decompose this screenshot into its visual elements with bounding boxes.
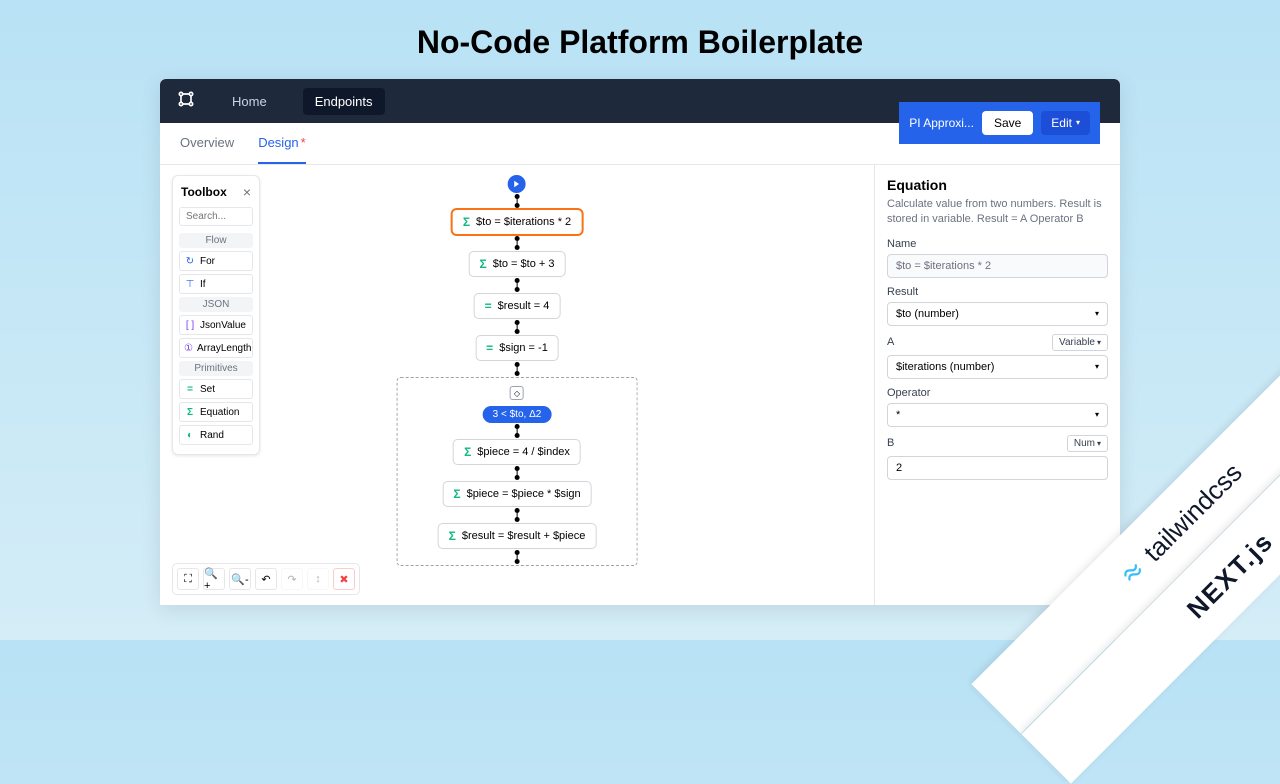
operator-select[interactable]: *▾: [887, 403, 1108, 427]
field-label-result: Result: [887, 286, 1108, 298]
toolbox-item-jsonvalue[interactable]: [ ]JsonValue: [179, 315, 253, 335]
brackets-icon: [ ]: [184, 319, 196, 331]
toolbox-item-set[interactable]: =Set: [179, 379, 253, 399]
unsaved-marker: *: [301, 135, 306, 150]
b-type-select[interactable]: Num▾: [1067, 435, 1108, 452]
save-button[interactable]: Save: [982, 111, 1033, 135]
move-button[interactable]: ↕: [307, 568, 329, 590]
toolbox-section-primitives: Primitives: [179, 361, 253, 376]
panel-title: Equation: [887, 177, 1108, 193]
fit-button[interactable]: ⛶: [177, 568, 199, 590]
toolbox: Toolbox × Flow ↻For ⊤If JSON [ ]JsonValu…: [172, 175, 260, 455]
loop-anchor-icon[interactable]: ◇: [510, 386, 524, 400]
undo-button[interactable]: ↶: [255, 568, 277, 590]
rand-icon: ◐: [184, 429, 196, 441]
subnav: Overview Design* PI Approxi... Save Edit…: [160, 123, 1120, 165]
toolbox-item-rand[interactable]: ◐Rand: [179, 425, 253, 445]
logo-icon: [176, 89, 196, 114]
a-type-select[interactable]: Variable▾: [1052, 334, 1108, 351]
toolbox-item-arraylength[interactable]: ①ArrayLength: [179, 338, 253, 358]
app-frame: Home Endpoints Overview Design* PI Appro…: [160, 79, 1120, 605]
start-node[interactable]: [508, 175, 526, 193]
count-icon: ①: [184, 342, 193, 354]
branch-icon: ⊤: [184, 278, 196, 290]
zoom-in-button[interactable]: 🔍+: [203, 568, 225, 590]
connector: [516, 365, 517, 373]
page-title: No-Code Platform Boilerplate: [0, 0, 1280, 79]
equals-icon: =: [485, 299, 492, 313]
toolbox-item-if[interactable]: ⊤If: [179, 274, 253, 294]
sigma-icon: Σ: [464, 445, 471, 459]
tab-design[interactable]: Design*: [258, 123, 306, 164]
toolbox-section-json: JSON: [179, 297, 253, 312]
chevron-down-icon: ▾: [1095, 362, 1099, 371]
equals-icon: =: [184, 383, 196, 395]
zoom-out-button[interactable]: 🔍-: [229, 568, 251, 590]
toolbox-item-equation[interactable]: ΣEquation: [179, 402, 253, 422]
flow-diagram: Σ$to = $iterations * 2 Σ$to = $to + 3 =$…: [397, 175, 638, 566]
field-label-b: B Num▾: [887, 435, 1108, 452]
field-label-operator: Operator: [887, 387, 1108, 399]
redo-button[interactable]: ↷: [281, 568, 303, 590]
chevron-down-icon: ▾: [1097, 439, 1101, 448]
toolbox-section-flow: Flow: [179, 233, 253, 248]
delete-button[interactable]: ✖: [333, 568, 355, 590]
flow-node[interactable]: Σ$piece = 4 / $index: [453, 439, 581, 465]
sigma-icon: Σ: [480, 257, 487, 271]
panel-description: Calculate value from two numbers. Result…: [887, 197, 1108, 228]
flow-node[interactable]: =$result = 4: [474, 293, 561, 319]
flow-node[interactable]: Σ$result = $result + $piece: [438, 523, 597, 549]
edit-button[interactable]: Edit▾: [1041, 111, 1090, 135]
nav-home[interactable]: Home: [220, 88, 279, 115]
canvas[interactable]: Toolbox × Flow ↻For ⊤If JSON [ ]JsonValu…: [160, 165, 874, 605]
toolbox-item-for[interactable]: ↻For: [179, 251, 253, 271]
b-field[interactable]: [887, 456, 1108, 480]
zoom-toolbar: ⛶ 🔍+ 🔍- ↶ ↷ ↕ ✖: [172, 563, 360, 595]
tab-overview[interactable]: Overview: [180, 123, 234, 164]
search-input[interactable]: [179, 207, 253, 226]
props-header: PI Approxi... Save Edit▾: [899, 102, 1100, 144]
field-label-name: Name: [887, 238, 1108, 250]
loop-container[interactable]: ◇ 3 < $to, Δ2 Σ$piece = 4 / $index Σ$pie…: [397, 377, 638, 566]
equals-icon: =: [486, 341, 493, 355]
tailwind-icon: [1116, 556, 1149, 589]
chevron-down-icon: ▾: [1095, 410, 1099, 419]
toolbox-title: Toolbox: [181, 185, 227, 199]
chevron-down-icon: ▾: [1095, 309, 1099, 318]
chevron-down-icon: ▾: [1097, 338, 1101, 347]
chevron-down-icon: ▾: [1076, 118, 1080, 127]
connector: [516, 281, 517, 289]
sigma-icon: Σ: [449, 529, 456, 543]
flow-node[interactable]: Σ$piece = $piece * $sign: [442, 481, 591, 507]
sigma-icon: Σ: [184, 406, 196, 418]
close-icon[interactable]: ×: [243, 184, 251, 200]
connector: [516, 427, 517, 435]
name-field[interactable]: [887, 254, 1108, 278]
properties-panel: × Equation Calculate value from two numb…: [874, 165, 1120, 605]
sigma-icon: Σ: [453, 487, 460, 501]
connector: [516, 553, 517, 561]
loop-condition[interactable]: 3 < $to, Δ2: [483, 406, 552, 423]
refresh-icon: ↻: [184, 255, 196, 267]
nav-endpoints[interactable]: Endpoints: [303, 88, 385, 115]
connector: [516, 511, 517, 519]
connector: [516, 239, 517, 247]
connector: [516, 197, 517, 205]
result-select[interactable]: $to (number)▾: [887, 302, 1108, 326]
connector: [516, 323, 517, 331]
flow-node[interactable]: Σ$to = $to + 3: [469, 251, 566, 277]
main-area: Toolbox × Flow ↻For ⊤If JSON [ ]JsonValu…: [160, 165, 1120, 605]
sigma-icon: Σ: [463, 215, 470, 229]
props-header-title: PI Approxi...: [909, 116, 974, 130]
field-label-a: A Variable▾: [887, 334, 1108, 351]
flow-node[interactable]: Σ$to = $iterations * 2: [452, 209, 582, 235]
connector: [516, 469, 517, 477]
flow-node[interactable]: =$sign = -1: [475, 335, 559, 361]
a-select[interactable]: $iterations (number)▾: [887, 355, 1108, 379]
